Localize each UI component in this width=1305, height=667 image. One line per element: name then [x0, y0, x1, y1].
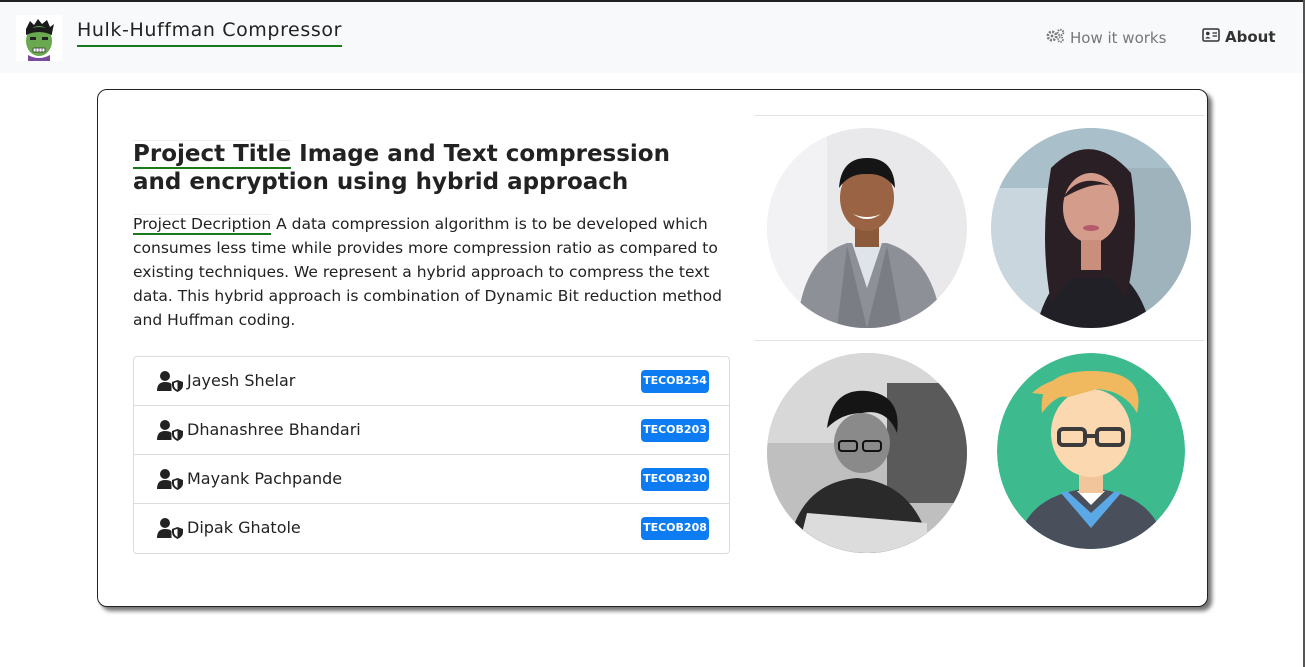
project-description: Project Decription A data compression al…	[133, 212, 733, 332]
member-name: Jayesh Shelar	[187, 371, 296, 390]
project-title-label: Project Title	[133, 140, 292, 169]
hulk-logo[interactable]	[16, 15, 62, 61]
brand-title[interactable]: Hulk-Huffman Compressor	[77, 17, 342, 47]
member-list: Jayesh Shelar TECOB254 Dhanashree Bhanda…	[133, 356, 730, 554]
nav-about[interactable]: About	[1202, 28, 1276, 46]
user-shield-icon	[157, 468, 183, 490]
list-item: Dipak Ghatole TECOB208	[134, 504, 729, 553]
member-name: Mayank Pachpande	[187, 469, 343, 488]
member-photo-avatar	[767, 353, 967, 553]
roll-badge: TECOB208	[641, 517, 709, 540]
user-shield-icon	[157, 517, 183, 539]
nav-how-it-works-label: How it works	[1070, 28, 1167, 47]
divider	[754, 340, 1204, 341]
member-photo-avatar	[767, 128, 967, 328]
cartoon-avatar	[997, 353, 1185, 549]
user-shield-icon	[157, 419, 183, 441]
project-description-label: Project Decription	[133, 214, 272, 235]
user-shield-icon	[157, 370, 183, 392]
list-item: Mayank Pachpande TECOB230	[134, 455, 729, 504]
list-item: Dhanashree Bhandari TECOB203	[134, 406, 729, 455]
roll-badge: TECOB230	[641, 468, 709, 491]
nav-how-it-works[interactable]: How it works	[1046, 28, 1166, 47]
member-name: Dipak Ghatole	[187, 518, 301, 537]
list-item: Jayesh Shelar TECOB254	[134, 357, 729, 406]
navbar: Hulk-Huffman Compressor How it works Abo…	[0, 2, 1303, 73]
divider	[754, 115, 1204, 116]
gears-icon	[1046, 28, 1065, 47]
member-name: Dhanashree Bhandari	[187, 420, 361, 439]
roll-badge: TECOB203	[641, 419, 709, 442]
member-photo-avatar	[991, 128, 1191, 328]
nav-about-label: About	[1225, 28, 1276, 46]
roll-badge: TECOB254	[641, 370, 709, 393]
about-card: Project Title Image and Text compression…	[97, 89, 1208, 607]
id-card-icon	[1202, 28, 1220, 46]
project-title: Project Title Image and Text compression…	[133, 140, 713, 196]
